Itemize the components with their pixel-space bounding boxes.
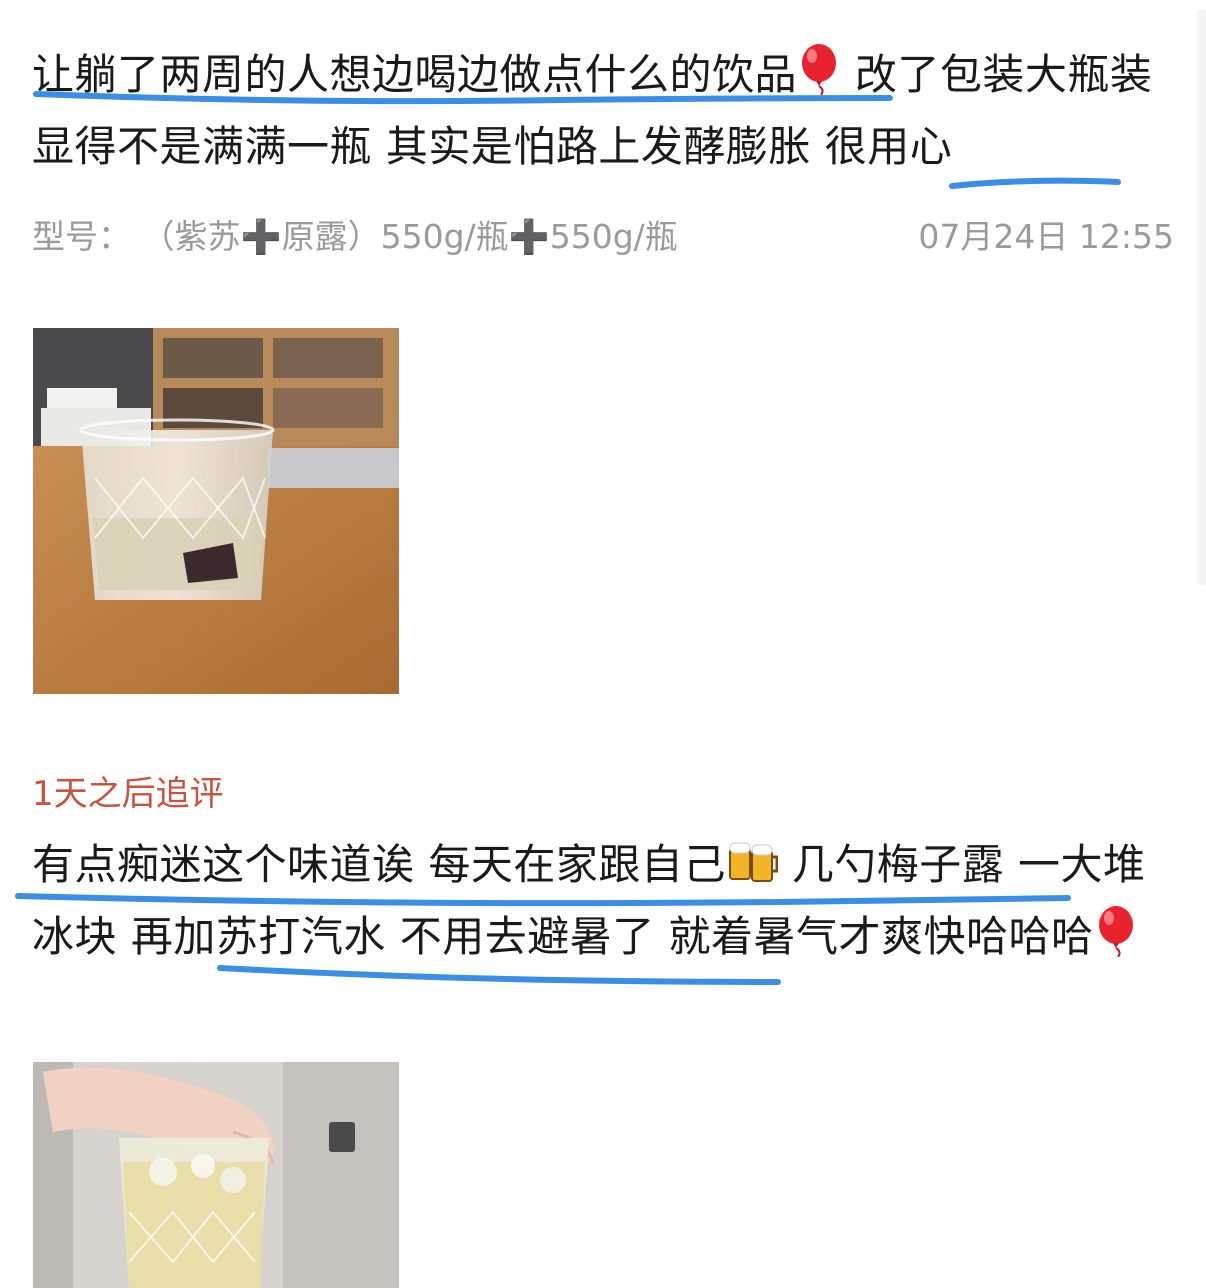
spec-label: 型号： <box>32 217 131 256</box>
review-photo[interactable] <box>33 1062 399 1288</box>
review-date: 07月24日 12:55 <box>918 217 1174 256</box>
plus-icon: ➕ <box>240 217 282 256</box>
spec-value-a: （紫苏 <box>141 217 241 256</box>
balloon-icon <box>1094 905 1138 976</box>
plus-icon: ➕ <box>508 217 550 256</box>
hand-holding-glass-photo <box>33 1062 399 1288</box>
followup-label: 1天之后追评 <box>32 774 224 814</box>
followup-text: 有点痴迷这个味道诶 每天在家跟自己 几勺梅子露 一大堆冰块 再加苏打汽水 不用去… <box>32 832 1172 976</box>
glass-on-table-photo <box>33 328 399 694</box>
spec-value-c: 550g/瓶 <box>549 217 678 256</box>
followup-text-part1: 有点痴迷这个味道诶 每天在家跟自己 <box>32 840 726 889</box>
product-spec: 型号： （紫苏➕原露）550g/瓶➕550g/瓶 <box>32 210 678 258</box>
review-text-part1: 让躺了两周的人想边喝边做点什么的饮品 <box>32 50 798 99</box>
review-text: 让躺了两周的人想边喝边做点什么的饮品 改了包装大瓶装显得不是满满一瓶 其实是怕路… <box>32 42 1172 180</box>
scrollbar-track[interactable] <box>1197 10 1206 585</box>
beer-mugs-icon <box>726 837 779 904</box>
balloon-icon <box>797 43 841 114</box>
review-photo[interactable] <box>33 328 399 694</box>
spec-value-b: 原露）550g/瓶 <box>281 217 509 256</box>
review-meta: 型号： （紫苏➕原露）550g/瓶➕550g/瓶 07月24日 12:55 <box>32 210 1174 260</box>
underline-stroke <box>949 177 1121 189</box>
